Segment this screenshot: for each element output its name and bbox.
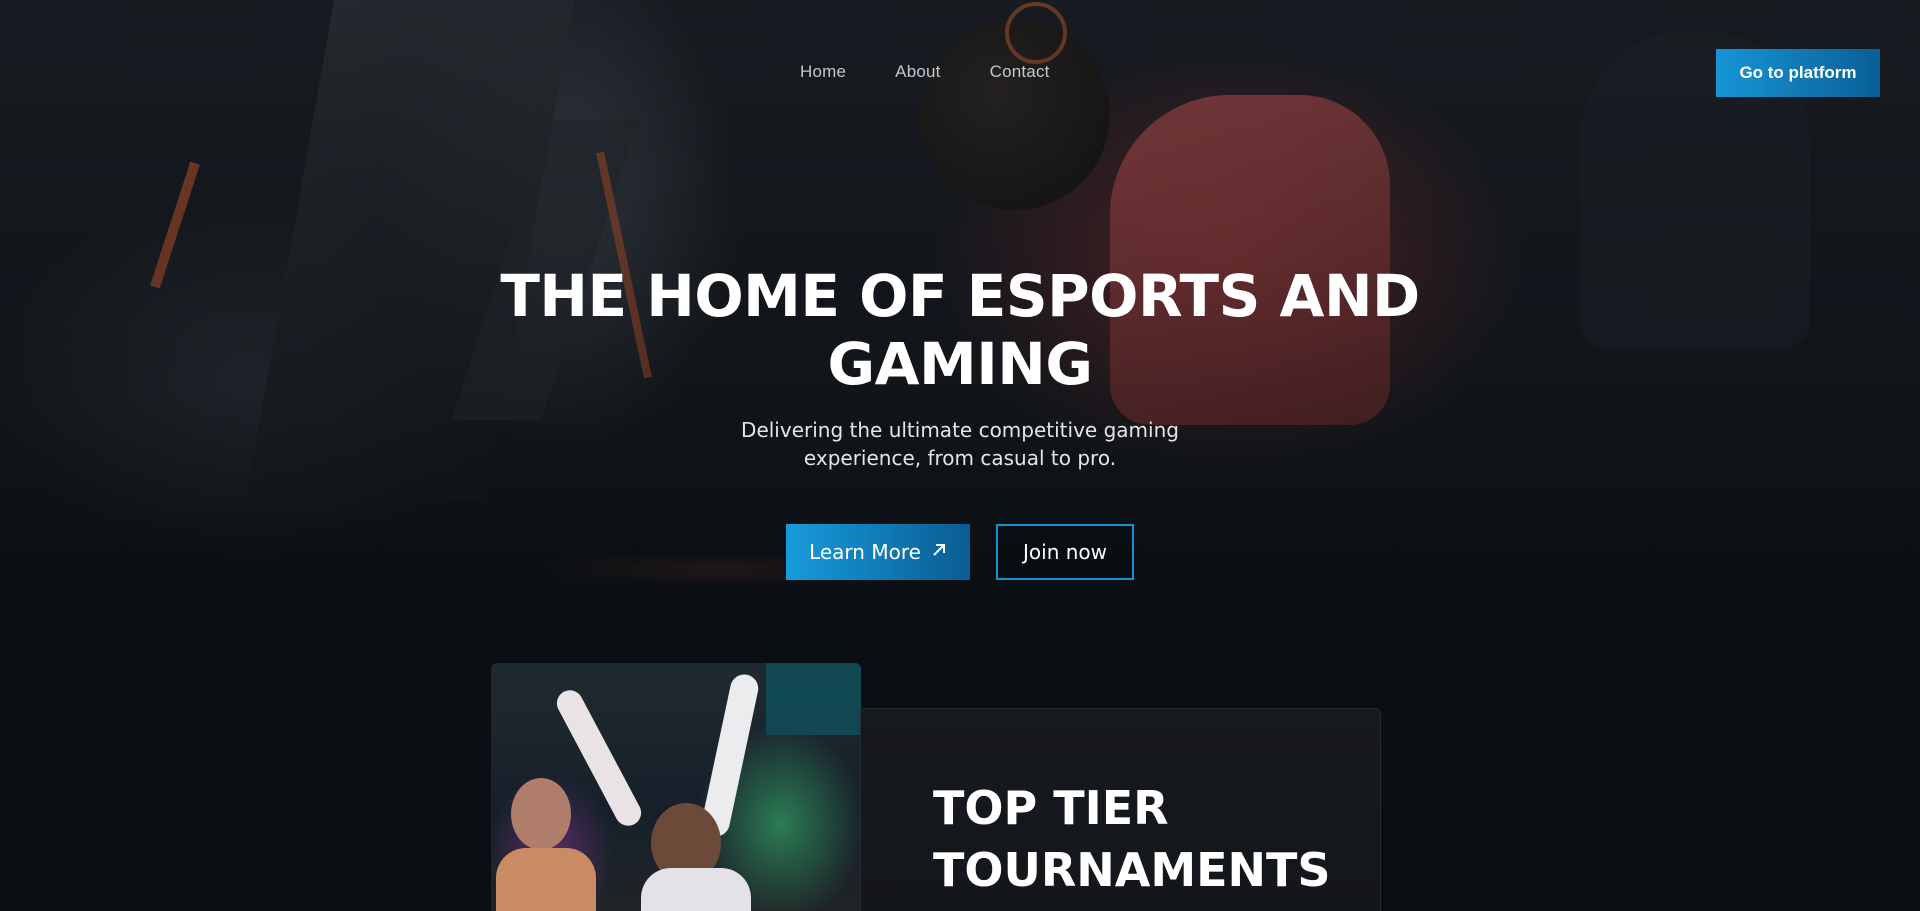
main-nav: Home About Contact: [800, 62, 1050, 82]
learn-more-button[interactable]: Learn More: [786, 524, 970, 580]
nav-link-contact[interactable]: Contact: [990, 62, 1050, 82]
join-now-label: Join now: [1023, 540, 1107, 564]
hero-subtitle: Delivering the ultimate competitive gami…: [741, 418, 1179, 470]
learn-more-label: Learn More: [809, 540, 921, 564]
photo-element: [511, 778, 571, 850]
photo-element: [641, 868, 751, 911]
arrow-up-right-icon: [931, 542, 947, 562]
hero-title: THE HOME OF ESPORTS AND GAMING: [500, 262, 1420, 398]
feature-title: TOP TIER TOURNAMENTS: [933, 781, 1331, 897]
nav-link-home[interactable]: Home: [800, 62, 846, 82]
nav-link-about[interactable]: About: [895, 62, 940, 82]
feature-card: TOP TIER TOURNAMENTS: [860, 708, 1381, 911]
photo-element: [496, 848, 596, 911]
photo-element: [766, 663, 861, 735]
feature-photo: [491, 663, 861, 911]
join-now-button[interactable]: Join now: [996, 524, 1134, 580]
go-to-platform-button[interactable]: Go to platform: [1716, 49, 1880, 97]
